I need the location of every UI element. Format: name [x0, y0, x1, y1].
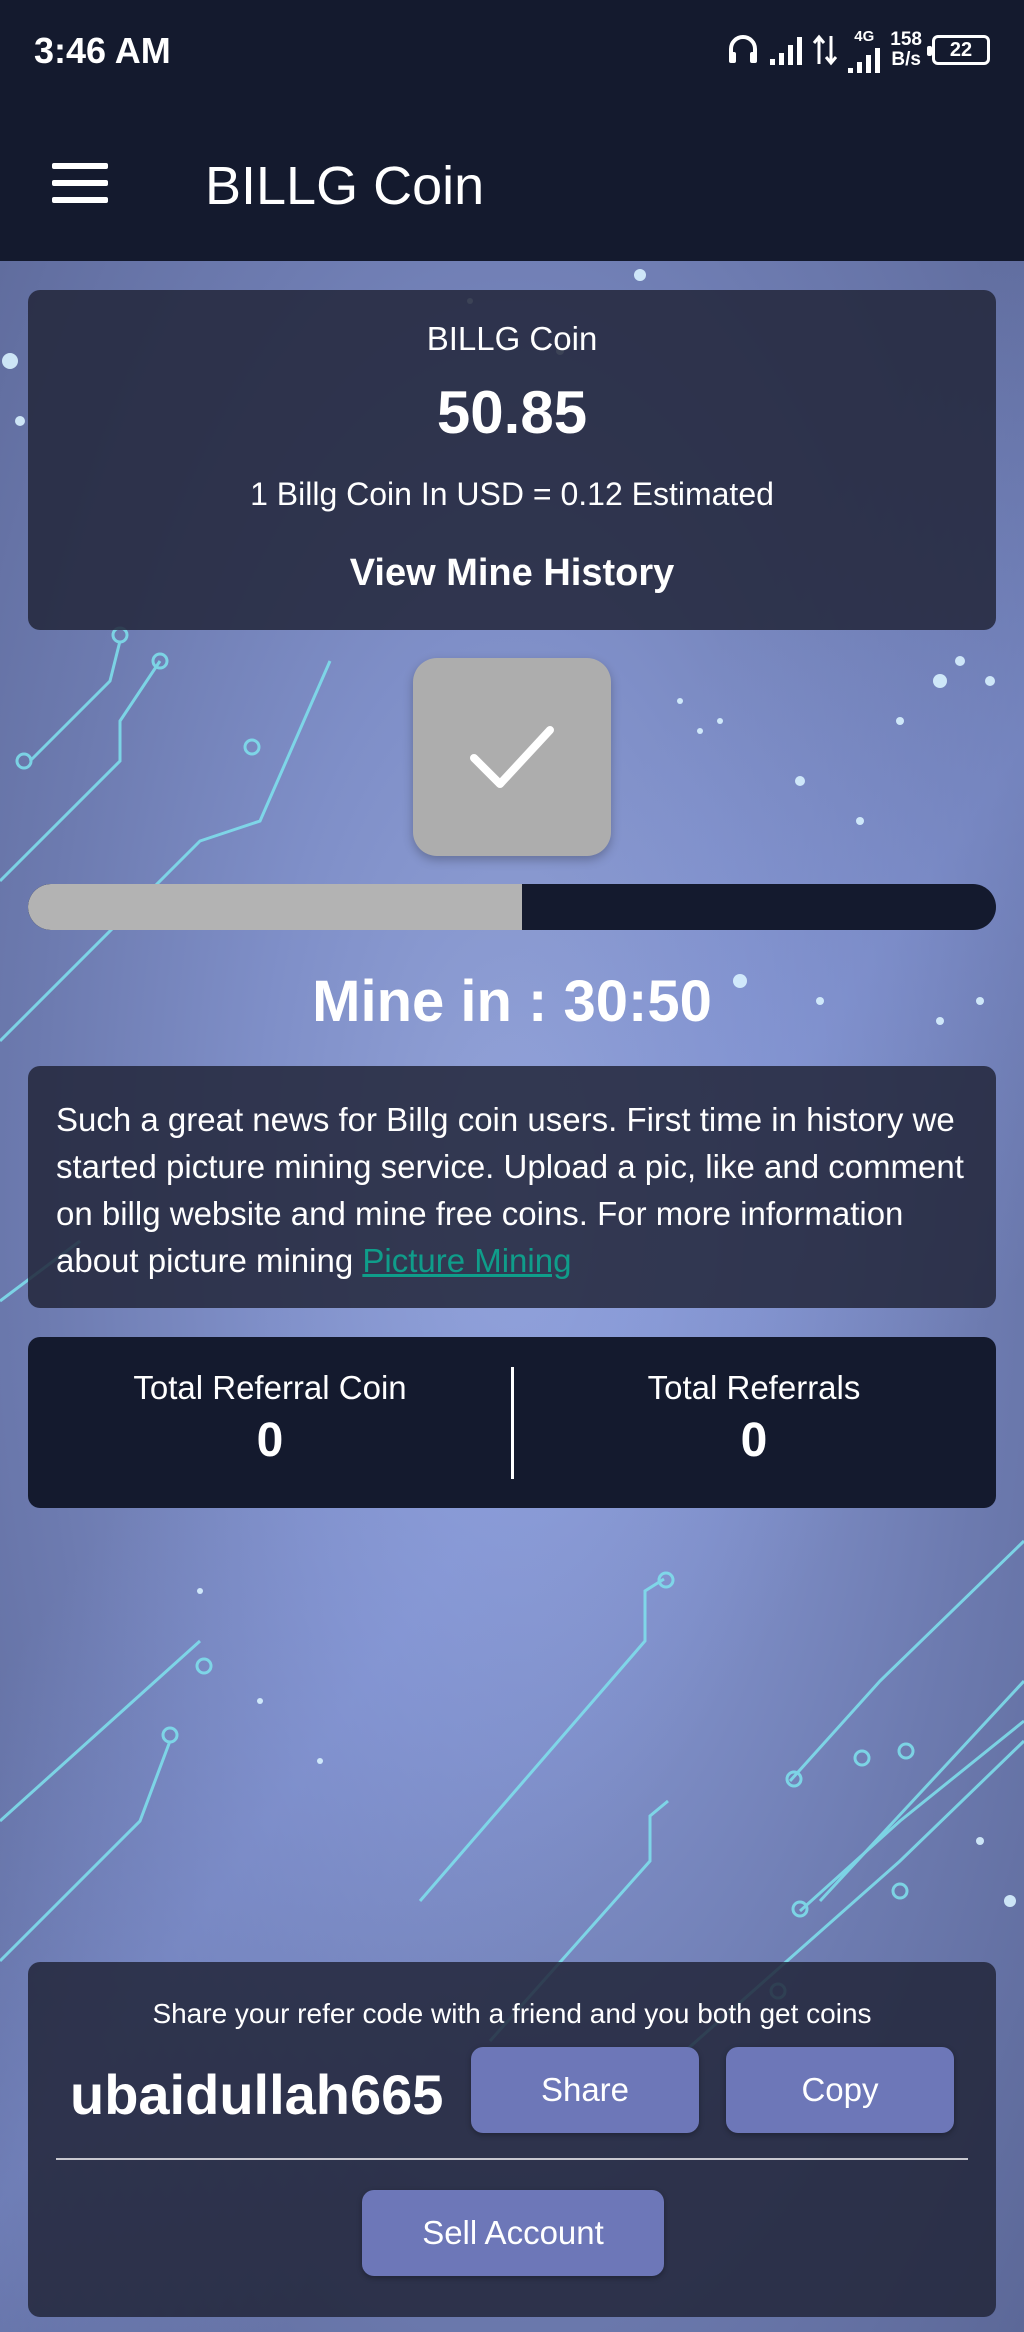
share-divider: [56, 2158, 968, 2160]
news-text: Such a great news for Billg coin users. …: [56, 1096, 968, 1284]
coin-usd-rate: 1 Billg Coin In USD = 0.12 Estimated: [250, 476, 774, 512]
headset-icon: [729, 35, 758, 63]
view-mine-history-link[interactable]: View Mine History: [28, 552, 996, 595]
coin-balance-card: BILLG Coin 50.85 1 Billg Coin In USD = 0…: [28, 290, 996, 630]
signal-icon: [770, 35, 803, 65]
coin-balance: 50.85: [436, 379, 588, 446]
signal-4g-bars-icon: [848, 47, 881, 73]
app-bar: BILLG Coin: [0, 105, 1024, 261]
coin-title: BILLG Coin: [426, 320, 598, 357]
share-button[interactable]: Share: [471, 2047, 699, 2133]
battery-icon: 22: [927, 35, 990, 65]
mine-button[interactable]: [413, 658, 611, 856]
refer-code: ubaidullah665: [70, 2063, 444, 2126]
news-card: Such a great news for Billg coin users. …: [28, 1066, 996, 1308]
network-type-label: 4G: [854, 27, 875, 45]
sell-account-button[interactable]: Sell Account: [362, 2190, 664, 2276]
referral-coin-label: Total Referral Coin: [133, 1369, 407, 1406]
app-title: BILLG Coin: [205, 156, 485, 216]
mining-progress-bar: [28, 884, 996, 930]
status-time: 3:46 AM: [34, 30, 171, 71]
mine-timer: Mine in : 30:50: [312, 969, 712, 1034]
status-icons: 4G 158 B/s 22: [726, 22, 990, 78]
mining-progress-fill: [28, 884, 522, 930]
hamburger-menu-icon[interactable]: [52, 163, 108, 203]
data-transfer-icon: [813, 34, 838, 66]
status-bar: 3:46 AM 4G 158 B/s 22: [0, 0, 1024, 105]
copy-button[interactable]: Copy: [726, 2047, 954, 2133]
referral-coin-value: 0: [256, 1414, 284, 1467]
share-card: Share your refer code with a friend and …: [28, 1962, 996, 2317]
network-speed-unit: B/s: [891, 49, 921, 70]
battery-level: 22: [949, 38, 973, 61]
signal-4g: 4G: [848, 27, 881, 73]
checkmark-icon: [470, 726, 554, 788]
referral-coin-stat: Total Referral Coin 0: [28, 1369, 512, 1468]
share-instructions: Share your refer code with a friend and …: [152, 1998, 872, 2029]
referral-count-label: Total Referrals: [647, 1369, 861, 1406]
network-speed-value: 158: [890, 29, 922, 50]
referral-count-value: 0: [740, 1414, 768, 1467]
picture-mining-link[interactable]: Picture Mining: [362, 1242, 571, 1279]
referral-stats-card: Total Referral Coin 0 Total Referrals 0: [28, 1337, 996, 1508]
referral-count-stat: Total Referrals 0: [512, 1369, 996, 1468]
network-speed: 158 B/s: [890, 30, 922, 70]
